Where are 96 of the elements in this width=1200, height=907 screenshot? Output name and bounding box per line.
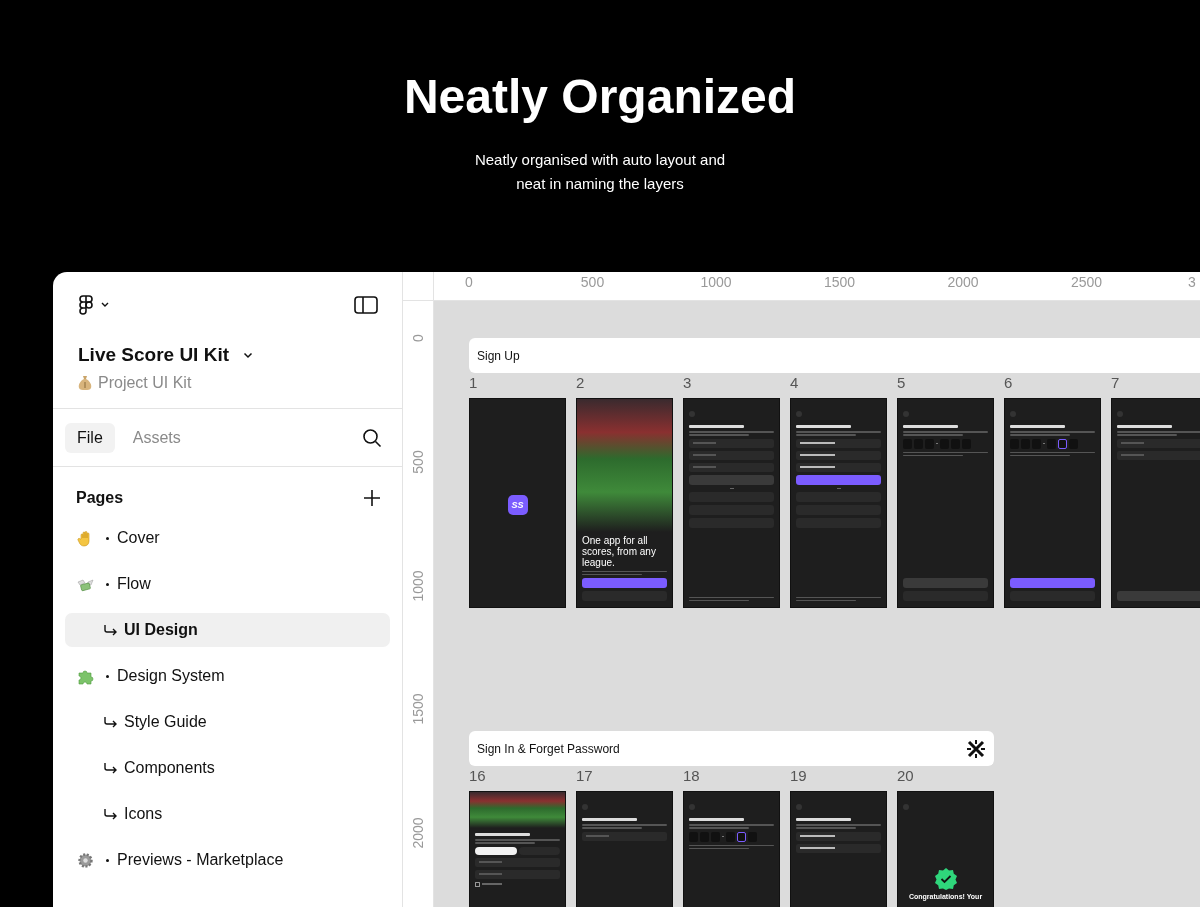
page-item[interactable]: Icons	[65, 797, 390, 831]
text-lines	[482, 883, 502, 885]
input-field[interactable]	[796, 438, 881, 448]
frame-number: 7	[1111, 374, 1120, 393]
app-logo: SS	[507, 494, 528, 515]
segment-tab[interactable]	[475, 846, 517, 855]
section-header[interactable]: Sign In & Forget Password	[469, 731, 994, 766]
heading-lines	[475, 833, 531, 836]
input-field[interactable]	[1117, 438, 1200, 448]
return-arrow-icon	[103, 623, 118, 637]
ruler-label: 0	[465, 274, 473, 290]
frame-number: 2	[576, 374, 585, 393]
frame-number: 17	[576, 767, 593, 786]
ruler-label: 1500	[823, 274, 856, 290]
ruler-label: 3	[1188, 274, 1196, 290]
sidebar-toggle-icon[interactable]	[354, 296, 378, 314]
heading-lines	[796, 425, 852, 428]
frame-number: 4	[790, 374, 799, 393]
section-header[interactable]: Sign Up	[469, 338, 1200, 373]
panel-tab[interactable]: File	[65, 422, 115, 453]
return-arrow-icon	[103, 761, 118, 775]
caret-icon[interactable]	[243, 351, 253, 359]
page-item[interactable]: Components	[65, 751, 390, 785]
ruler-label: 1500	[410, 693, 426, 725]
project-name[interactable]: Project UI Kit	[98, 374, 192, 392]
ruler-label: 500	[410, 450, 426, 474]
frame-number: 3	[683, 374, 692, 393]
ruler-label: 1000	[410, 570, 426, 602]
separator-dot	[106, 536, 109, 540]
heading-lines	[1117, 425, 1173, 428]
cross-logo-icon	[966, 738, 986, 759]
page-item[interactable]: Design System	[65, 659, 390, 693]
check-badge-icon	[934, 868, 957, 890]
separator-dot	[106, 674, 109, 678]
code-cell[interactable]	[737, 831, 746, 842]
ruler-label: 0	[410, 334, 426, 342]
page-item[interactable]: UI Design	[65, 613, 390, 647]
ruler-label: 2500	[1070, 274, 1103, 290]
page-item[interactable]: Style Guide	[65, 705, 390, 739]
frame-number: 16	[469, 767, 486, 786]
input-field[interactable]	[1117, 450, 1200, 460]
logo-icon[interactable]	[79, 294, 93, 316]
input-field[interactable]	[475, 857, 560, 867]
dash-separator	[722, 836, 724, 837]
return-arrow-icon	[103, 715, 118, 729]
page-item[interactable]: Previews - Marketplace	[65, 843, 390, 877]
frame-number: 1	[469, 374, 478, 393]
panel-tab[interactable]: Assets	[120, 422, 193, 453]
input-field[interactable]	[796, 843, 881, 853]
section-title: Sign In & Forget Password	[477, 741, 620, 756]
puzzle-icon	[77, 667, 94, 685]
hero-title: Neatly Organized	[402, 69, 798, 125]
frame-number: 20	[897, 767, 914, 786]
frame-number: 5	[897, 374, 906, 393]
hero-subtitle: Neatly organised with auto layout and neat in naming the layers	[473, 150, 727, 194]
frame-number: 18	[683, 767, 700, 786]
dash-separator	[1043, 443, 1045, 444]
heading-lines	[796, 818, 852, 821]
code-cell[interactable]	[1058, 438, 1067, 449]
screen-button[interactable]	[796, 474, 881, 485]
screen-headline: One app for all scores, from any league.	[582, 534, 657, 568]
heading-lines	[1010, 425, 1066, 428]
input-field[interactable]	[796, 831, 881, 841]
page-item[interactable]: Cover	[65, 521, 390, 555]
heading-lines	[689, 818, 745, 821]
input-field[interactable]	[796, 462, 881, 472]
input-field[interactable]	[689, 450, 774, 460]
heading-lines	[903, 425, 959, 428]
frame-number: 6	[1004, 374, 1013, 393]
return-arrow-icon	[103, 807, 118, 821]
search-icon[interactable]	[362, 427, 382, 448]
ruler-label: 500	[580, 274, 605, 290]
ruler-label: 2000	[410, 817, 426, 849]
separator-dot	[106, 582, 109, 586]
ruler-label: 2000	[947, 274, 979, 290]
money-bag-icon	[78, 375, 92, 391]
heading-lines	[689, 425, 745, 428]
section-title: Sign Up	[477, 348, 520, 363]
dash-separator	[936, 443, 938, 444]
separator-dot	[106, 858, 109, 862]
gear-icon	[77, 851, 94, 869]
page-item[interactable]: Flow	[65, 567, 390, 601]
caret-icon[interactable]	[101, 302, 109, 308]
phone-screen[interactable]: SS	[469, 398, 566, 608]
input-field[interactable]	[796, 450, 881, 460]
input-field[interactable]	[689, 438, 774, 448]
heading-lines	[582, 818, 638, 821]
checkbox[interactable]	[475, 881, 480, 887]
ruler-label: 1000	[700, 274, 732, 290]
input-field[interactable]	[582, 831, 667, 841]
file-title[interactable]: Live Score UI Kit	[78, 344, 229, 366]
frame-number: 19	[790, 767, 807, 786]
input-field[interactable]	[475, 869, 560, 879]
input-field[interactable]	[689, 462, 774, 472]
pages-heading: Pages	[76, 489, 124, 507]
add-page-icon[interactable]	[363, 489, 381, 507]
